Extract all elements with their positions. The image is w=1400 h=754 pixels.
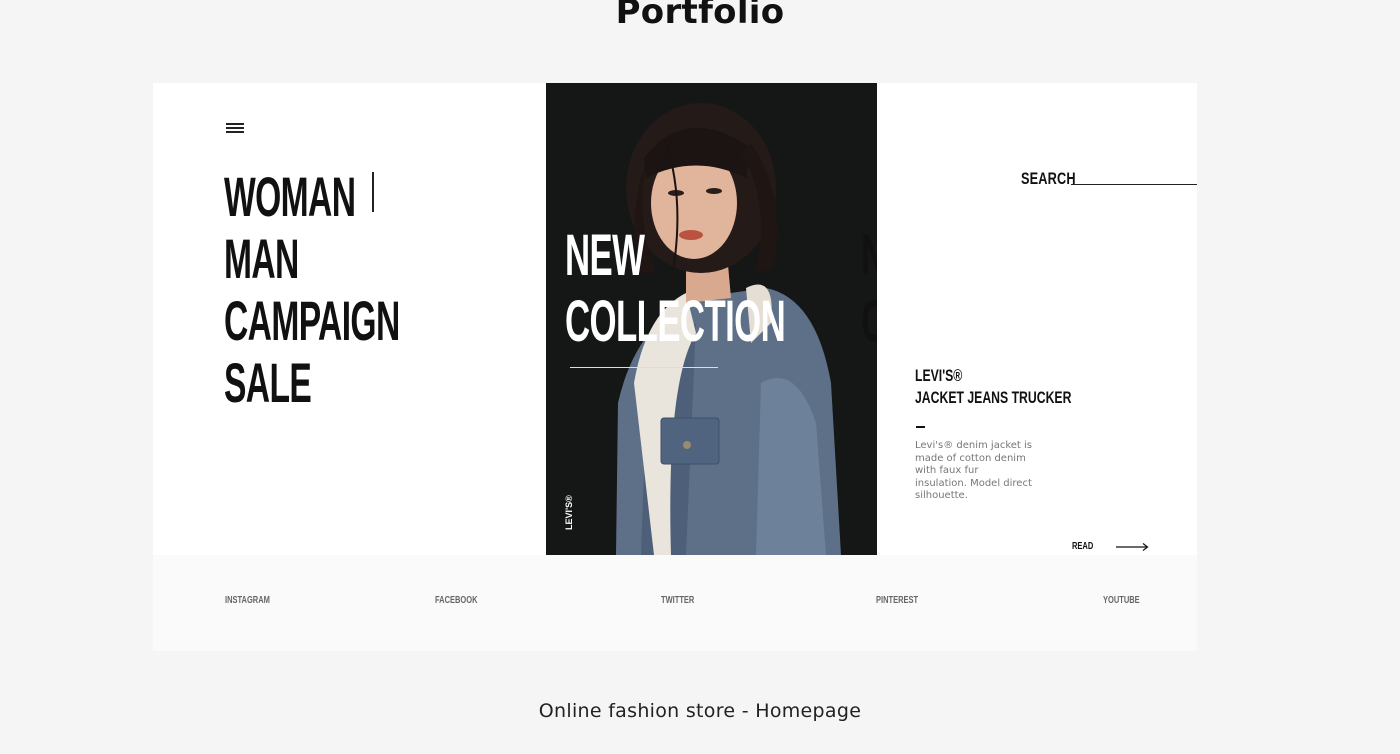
portfolio-preview-card[interactable]: WOMAN MAN CAMPAIGN SALE NEW COLLECTION L… xyxy=(153,83,1197,651)
category-nav: WOMAN MAN CAMPAIGN SALE xyxy=(224,166,517,414)
product-info: LEVI'S® JACKET JEANS TRUCKER Levi's® den… xyxy=(915,365,1075,503)
search-field[interactable]: SEARCH xyxy=(1021,169,1197,189)
nav-item-man[interactable]: MAN xyxy=(224,228,517,290)
active-indicator xyxy=(372,172,374,212)
nav-item-woman[interactable]: WOMAN xyxy=(224,166,517,228)
page-title: Portfolio xyxy=(615,0,785,32)
nav-item-label: WOMAN xyxy=(224,165,356,228)
vertical-brand-label: LEVI'S® xyxy=(564,495,574,530)
product-brand: LEVI'S® xyxy=(915,366,963,385)
hero-title-line: NEW xyxy=(565,223,645,288)
hero-title-line: COLLECTION xyxy=(565,289,786,354)
hamburger-menu-icon[interactable] xyxy=(226,123,244,133)
social-link-youtube[interactable]: YOUTUBE xyxy=(1103,595,1140,606)
social-link-instagram[interactable]: INSTAGRAM xyxy=(225,595,270,606)
arrow-right-icon xyxy=(1116,542,1149,551)
product-divider xyxy=(916,426,925,428)
nav-item-campaign[interactable]: CAMPAIGN xyxy=(224,290,517,352)
product-name: JACKET JEANS TRUCKER xyxy=(915,388,1072,407)
nav-item-sale[interactable]: SALE xyxy=(224,352,517,414)
next-title-line: N xyxy=(861,223,877,289)
social-link-twitter[interactable]: TWITTER xyxy=(661,595,694,606)
search-label: SEARCH xyxy=(1021,169,1076,188)
nav-item-label: SALE xyxy=(224,351,312,414)
project-caption: Online fashion store - Homepage xyxy=(538,700,862,722)
nav-item-label: CAMPAIGN xyxy=(224,289,400,352)
next-slide-title-peek: N C xyxy=(861,223,877,355)
read-label: READ xyxy=(1072,541,1094,552)
read-more-link[interactable]: READ xyxy=(1072,541,1149,552)
social-links-bar: INSTAGRAM FACEBOOK TWITTER PINTEREST YOU… xyxy=(153,555,1197,651)
hero-banner[interactable]: NEW COLLECTION LEVI'S® xyxy=(546,83,877,555)
hero-divider xyxy=(570,367,718,368)
social-link-facebook[interactable]: FACEBOOK xyxy=(435,595,478,606)
hero-title: NEW COLLECTION xyxy=(565,223,877,355)
product-description: Levi's® denim jacket is made of cotton d… xyxy=(915,440,1032,501)
social-link-pinterest[interactable]: PINTEREST xyxy=(876,595,918,606)
next-title-line: C xyxy=(861,289,877,355)
search-input-underline[interactable] xyxy=(1071,184,1197,185)
nav-item-label: MAN xyxy=(224,227,299,290)
